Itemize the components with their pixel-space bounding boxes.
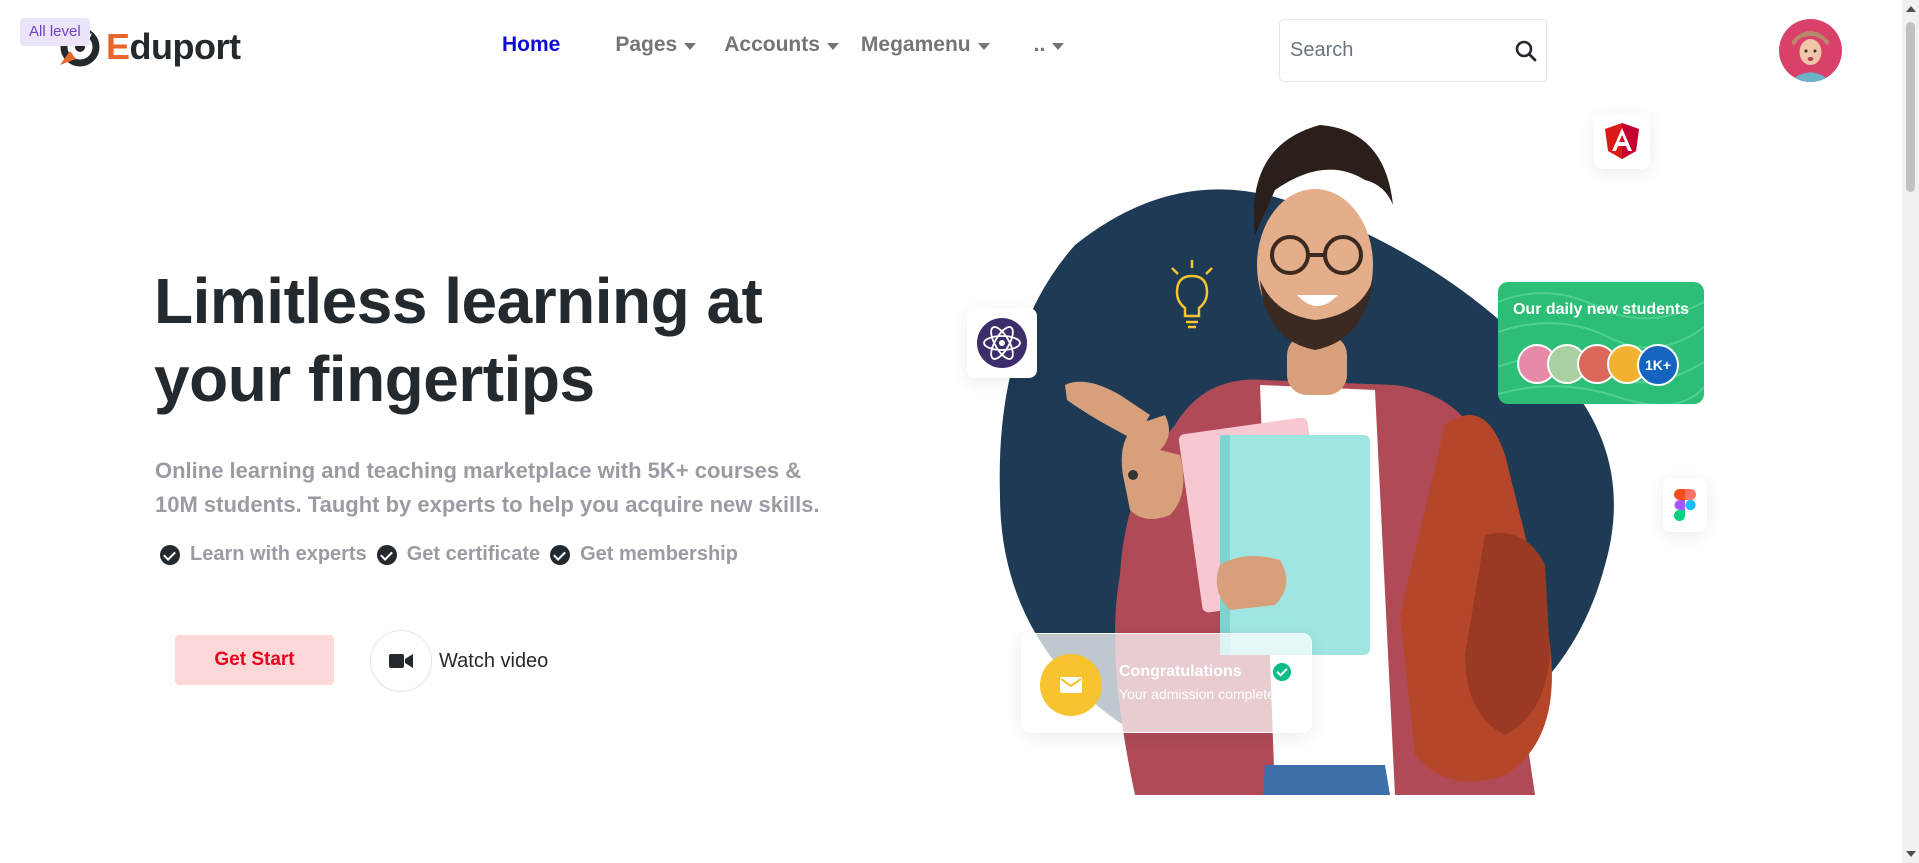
- search-icon[interactable]: [1514, 39, 1538, 63]
- video-camera-icon[interactable]: [370, 630, 432, 692]
- chevron-down-icon: [684, 42, 697, 50]
- congratulations-card: Congratulations Your admission completed: [1021, 633, 1312, 733]
- chevron-down-icon: [977, 42, 990, 50]
- nav-home[interactable]: Home: [502, 33, 560, 57]
- student-avatar-group: 1K+: [1517, 344, 1679, 386]
- nav-pages[interactable]: Pages: [615, 33, 697, 57]
- nav-more[interactable]: ..: [1034, 33, 1065, 57]
- daily-students-title: Our daily new students: [1512, 301, 1690, 318]
- logo-text: Eduport: [106, 26, 241, 67]
- react-atom-icon: [967, 308, 1037, 378]
- feature-item: Get certificate: [376, 543, 540, 566]
- page-scrollbar[interactable]: [1902, 0, 1919, 863]
- hero-title-line2: your fingertips: [154, 343, 595, 415]
- student-count-badge: 1K+: [1637, 344, 1679, 386]
- page: All level Eduport Home Pages Accounts Me…: [0, 0, 1919, 863]
- scroll-up-arrow-icon[interactable]: [1906, 6, 1916, 12]
- feature-item: Learn with experts: [160, 543, 367, 566]
- level-badge: All level: [20, 18, 90, 46]
- angular-icon: [1594, 113, 1650, 169]
- lightbulb-icon: [1167, 260, 1217, 330]
- scroll-down-arrow-icon[interactable]: [1906, 851, 1916, 857]
- check-circle-icon: [1273, 663, 1291, 681]
- check-circle-icon: [376, 544, 397, 565]
- search-box: [1279, 19, 1547, 82]
- nav-accounts[interactable]: Accounts: [724, 33, 839, 57]
- nav-megamenu[interactable]: Megamenu: [861, 33, 990, 57]
- envelope-icon: [1040, 654, 1102, 716]
- hero-subtitle: Online learning and teaching marketplace…: [155, 458, 820, 517]
- get-start-button[interactable]: Get Start: [175, 635, 334, 685]
- watch-video-link[interactable]: Watch video: [370, 630, 548, 692]
- avatar[interactable]: [1779, 19, 1842, 82]
- chevron-down-icon: [826, 42, 839, 50]
- feature-item: Get membership: [550, 543, 738, 566]
- congratulations-text: Your admission completed: [1119, 686, 1283, 702]
- congratulations-title: Congratulations: [1119, 663, 1242, 680]
- search-input[interactable]: [1280, 39, 1500, 62]
- chevron-down-icon: [1052, 42, 1065, 50]
- scroll-thumb[interactable]: [1906, 22, 1915, 192]
- hero-title-line1: Limitless learning at: [154, 265, 763, 337]
- check-circle-icon: [550, 544, 571, 565]
- daily-students-card: Our daily new students 1K+: [1498, 282, 1704, 404]
- watch-video-label: Watch video: [439, 649, 549, 672]
- feature-list: Learn with experts Get certificate Get m…: [160, 543, 748, 566]
- check-circle-icon: [160, 544, 180, 565]
- hero-title: Limitless learning at your fingertips: [154, 262, 874, 418]
- figma-icon: [1663, 478, 1707, 532]
- main-nav: Home Pages Accounts Megamenu ..: [502, 30, 1065, 60]
